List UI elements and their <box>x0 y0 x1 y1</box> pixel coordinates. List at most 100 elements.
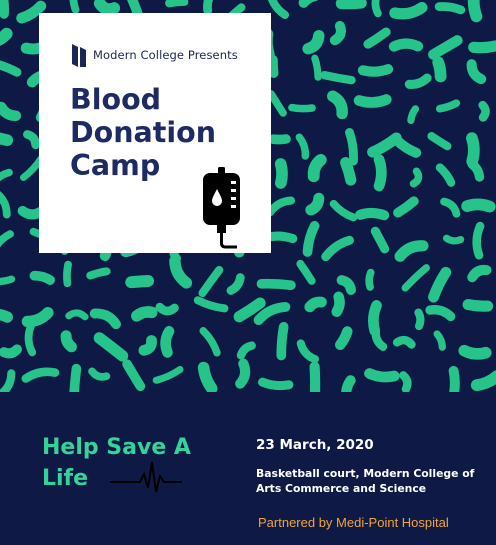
pattern-squiggle <box>302 30 325 55</box>
pattern-squiggle <box>253 301 291 326</box>
pattern-squiggle <box>363 27 391 49</box>
pattern-squiggle <box>320 71 356 85</box>
pattern-squiggle <box>16 0 47 24</box>
pattern-squiggle <box>235 358 251 389</box>
pattern-squiggle <box>274 158 288 189</box>
pattern-squiggle <box>0 191 11 219</box>
pattern-squiggle <box>371 327 388 351</box>
pattern-squiggle <box>304 296 327 313</box>
pattern-squiggle <box>399 371 412 392</box>
pattern-squiggle <box>462 299 494 312</box>
pattern-squiggle <box>345 128 358 166</box>
pattern-squiggle <box>276 321 289 361</box>
pattern-squiggle <box>371 0 382 18</box>
pattern-squiggle <box>434 2 466 15</box>
pattern-squiggle <box>236 341 256 360</box>
pattern-squiggle <box>89 308 121 330</box>
partner-line: Partnered by Medi-Point Hospital <box>258 515 449 530</box>
college-logo-icon <box>72 44 86 67</box>
pattern-squiggle <box>432 56 447 83</box>
pattern-squiggle <box>155 302 179 316</box>
pattern-squiggle <box>329 199 358 222</box>
pattern-squiggle <box>442 234 465 245</box>
pattern-squiggle <box>0 230 14 248</box>
pattern-squiggle <box>160 326 175 358</box>
presenter-line: Modern College Presents <box>71 41 238 69</box>
pattern-squiggle <box>29 270 55 285</box>
pattern-squiggle <box>401 264 430 292</box>
pattern-squiggle <box>169 255 193 289</box>
pattern-squiggle <box>448 365 460 392</box>
pattern-squiggle <box>340 157 357 186</box>
pattern-squiggle <box>267 55 279 78</box>
pattern-squiggle <box>428 266 452 303</box>
event-title-card: Modern College Presents Blood Donation C… <box>39 13 271 253</box>
pattern-squiggle <box>0 168 13 182</box>
pattern-squiggle <box>267 0 290 19</box>
pattern-squiggle <box>23 130 40 150</box>
pattern-squiggle <box>0 275 16 286</box>
pattern-squiggle <box>197 361 218 392</box>
pattern-squiggle <box>152 366 184 384</box>
pattern-squiggle <box>266 196 296 217</box>
pattern-squiggle <box>203 0 213 15</box>
pattern-squiggle <box>193 296 229 313</box>
pattern-squiggle <box>341 375 356 392</box>
event-venue: Basketball court, Modern College of Arts… <box>256 467 475 495</box>
pattern-squiggle <box>388 38 424 52</box>
pattern-squiggle <box>357 64 394 77</box>
pattern-squiggle <box>435 163 456 187</box>
pattern-squiggle <box>296 339 319 364</box>
pattern-squiggle <box>466 132 480 168</box>
pattern-squiggle <box>467 159 485 182</box>
pattern-squiggle <box>355 207 390 221</box>
pattern-squiggle <box>392 335 416 349</box>
pattern-squiggle <box>329 20 346 46</box>
pattern-squiggle <box>69 0 80 14</box>
pattern-squiggle <box>226 273 245 295</box>
pattern-squiggle <box>321 235 354 262</box>
pattern-squiggle <box>69 363 82 392</box>
pattern-squiggle <box>467 0 483 23</box>
pattern-squiggle <box>311 54 322 81</box>
pattern-squiggle <box>334 326 353 351</box>
pattern-squiggle <box>335 0 367 10</box>
pattern-squiggle <box>467 264 492 283</box>
pattern-squiggle <box>0 308 13 323</box>
pattern-squiggle <box>258 377 294 391</box>
pattern-squiggle <box>268 134 291 145</box>
pattern-squiggle <box>295 133 310 160</box>
pattern-squiggle <box>327 90 348 120</box>
pattern-squiggle <box>24 321 37 357</box>
pattern-squiggle <box>288 103 316 113</box>
pattern-squiggle <box>125 275 155 289</box>
pattern-squiggle <box>0 27 13 46</box>
pattern-squiggle <box>199 327 221 357</box>
pattern-squiggle <box>404 73 432 89</box>
presenter-text: Modern College Presents <box>93 48 238 62</box>
pattern-squiggle <box>394 240 429 262</box>
pattern-squiggle <box>458 344 492 360</box>
pattern-squiggle <box>93 332 129 362</box>
pattern-squiggle <box>389 1 428 20</box>
pattern-squiggle <box>298 0 318 8</box>
pattern-squiggle <box>0 101 22 121</box>
pattern-squiggle <box>138 335 157 356</box>
pattern-squiggle <box>307 153 327 183</box>
pattern-squiggle <box>21 367 60 383</box>
pattern-squiggle <box>86 267 111 280</box>
pattern-squiggle <box>165 0 189 8</box>
pattern-squiggle <box>131 306 158 322</box>
pattern-squiggle <box>407 105 420 125</box>
pattern-squiggle <box>302 220 320 257</box>
pattern-squiggle <box>0 369 16 392</box>
pattern-squiggle <box>433 330 446 351</box>
pattern-squiggle <box>88 367 111 381</box>
pattern-squiggle <box>435 99 461 113</box>
pattern-squiggle <box>472 221 485 260</box>
pattern-squiggle <box>309 361 321 392</box>
pattern-squiggle <box>0 60 22 77</box>
pattern-squiggle <box>122 359 146 392</box>
pattern-squiggle <box>198 265 224 298</box>
pattern-squiggle <box>461 198 496 213</box>
